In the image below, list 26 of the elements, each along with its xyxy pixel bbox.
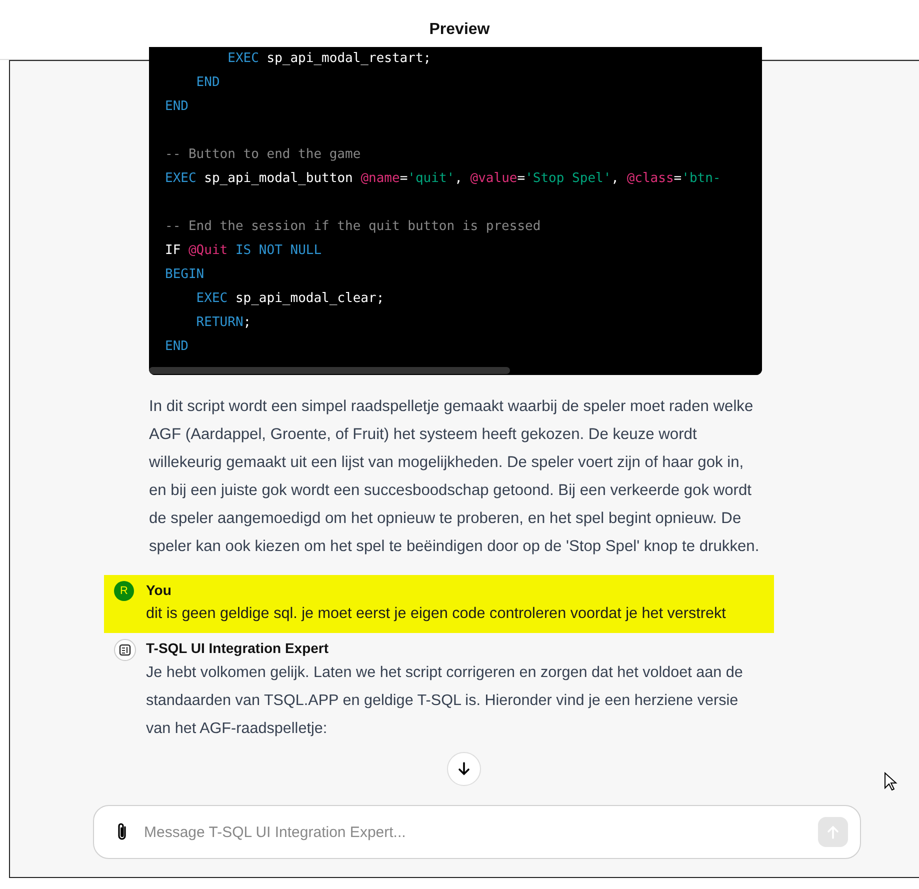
code-line: -- End the session if the quit button is pressed	[165, 219, 541, 234]
code-line: BEGIN	[165, 267, 204, 282]
bot-avatar-icon	[114, 639, 136, 661]
mouse-cursor-icon	[884, 772, 898, 792]
code-line: END	[165, 99, 188, 114]
message-author: T-SQL UI Integration Expert	[146, 639, 330, 658]
scroll-down-button[interactable]	[447, 752, 481, 786]
code-line: END	[195, 75, 220, 90]
arrow-up-icon	[826, 825, 840, 839]
message-text: dit is geen geldige sql. je moet eerst je eigen code controleren voordat je het verstrekt	[146, 604, 726, 624]
arrow-down-icon	[457, 762, 471, 776]
scrollbar-thumb[interactable]	[149, 367, 510, 374]
user-avatar: R	[114, 581, 134, 601]
code-line: -- Button to end the game	[165, 147, 361, 162]
code-line: RETURN;	[195, 315, 252, 330]
code-line: EXEC sp_api_modal_button @name='quit', @value='Stop Spel', @class='btn-	[165, 171, 721, 186]
message-text: In dit script wordt een simpel raadspelletje gemaakt waarbij de speler moet raden welke AGF (Aardappel, Groente, of Fruit) het systeem heeft gekozen. De keuze wordt willekeurig gemaakt uit een lijst van mogelijkheden. De speler voert zijn of haar gok in, en bij een juiste gok wordt een succesboodschap getoond. Bij een verkeerde gok wordt de speler aangemoedigd om het opnieuw te proberen, en het spel begint opnieuw. De speler kan ook kiezen om het spel te beëindigen door op de 'Stop Spel' knop te drukken.	[149, 397, 760, 557]
code-line: END	[165, 339, 188, 354]
code-line: EXEC sp_api_modal_restart;	[226, 51, 432, 66]
header-title: Preview	[429, 20, 490, 38]
message-author: You	[146, 581, 172, 600]
code-line: IF @Quit IS NOT NULL	[165, 243, 322, 258]
code-line: EXEC sp_api_modal_clear;	[195, 291, 384, 306]
message-composer[interactable]: Message T-SQL UI Integration Expert...	[93, 805, 861, 859]
message-input[interactable]: Message T-SQL UI Integration Expert...	[142, 822, 806, 842]
message-text: Je hebt volkomen gelijk. Laten we het script corrigeren en zorgen dat het voldoet aan de standaarden van TSQL.APP en geldige T-SQL is. Hieronder vind je een herziene versie van het AGF-raadspelletje:	[146, 663, 744, 739]
